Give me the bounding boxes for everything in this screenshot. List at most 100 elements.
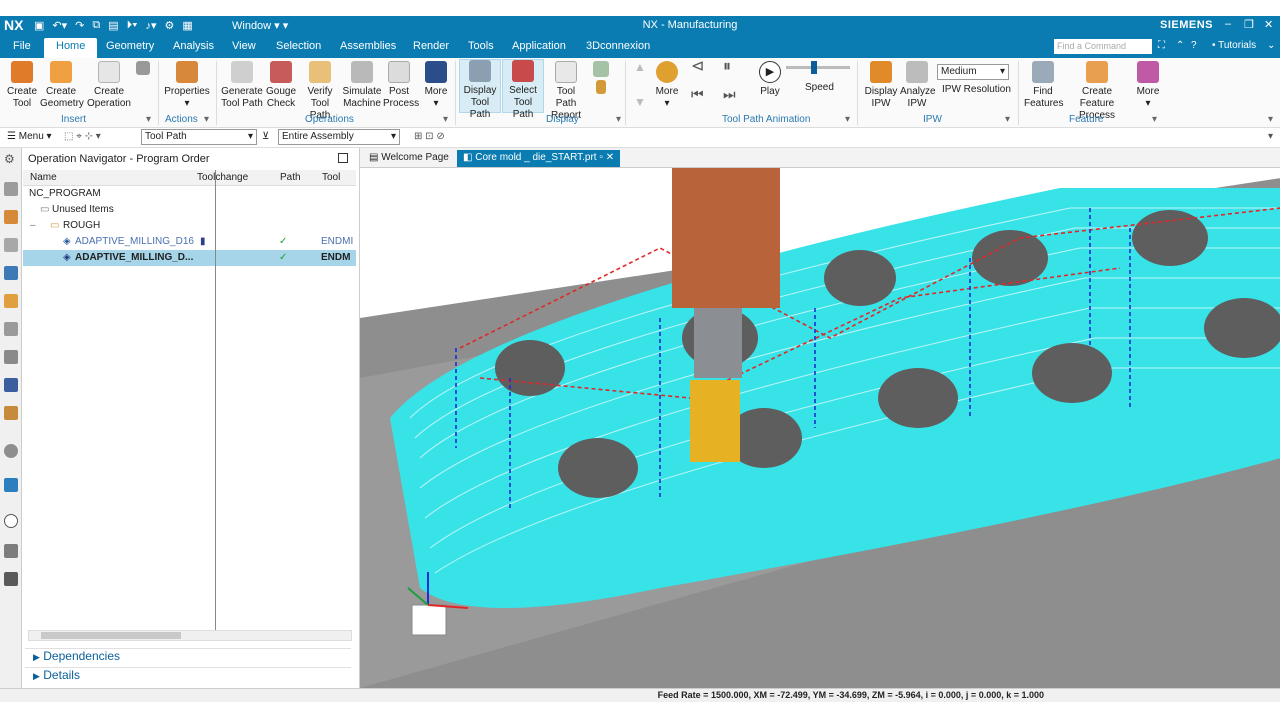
assembly-navigator-icon[interactable] (4, 238, 18, 252)
step-back-icon[interactable]: ⊲ (691, 59, 704, 75)
ipw-group-dropdown[interactable]: ▾ (1005, 114, 1010, 125)
generate-tool-path-button[interactable]: Generate Tool Path (220, 61, 264, 110)
search-icon[interactable]: ⌕ (1140, 40, 1146, 51)
animation-up-icon[interactable]: ▲ (634, 61, 646, 73)
ipw-resolution-select[interactable]: Medium ▾ (937, 64, 1009, 80)
ribbon-overflow-icon[interactable]: ▾ (1268, 114, 1273, 125)
verify-tool-path-button[interactable]: Verify Tool Path (300, 61, 340, 122)
operation-navigator-icon[interactable] (4, 266, 18, 280)
geometry-view-icon[interactable] (4, 294, 18, 308)
snap-icons[interactable]: ⊞ ⊡ ⊘ (414, 131, 445, 142)
dependencies-panel[interactable]: ▶ Dependencies (25, 648, 351, 666)
select-mode-icons[interactable]: ⬚ ⌖ ⊹ ▾ (64, 131, 101, 142)
tool-view-icon[interactable] (4, 322, 18, 336)
toolbar-overflow-icon[interactable]: ▾ (1268, 131, 1273, 142)
reuse-library-icon[interactable] (4, 406, 18, 420)
settings-gear-icon[interactable]: ⚙ (4, 152, 18, 166)
actions-group-dropdown[interactable]: ▾ (204, 114, 209, 125)
tab-application[interactable]: Application (512, 40, 566, 52)
hd3d-icon[interactable] (4, 444, 18, 458)
maximize-panel-icon[interactable] (338, 153, 348, 163)
tab-view[interactable]: View (232, 40, 256, 52)
speed-slider[interactable] (786, 61, 850, 74)
post-process-button[interactable]: Post Process (383, 61, 419, 110)
gouge-check-button[interactable]: Gouge Check (264, 61, 298, 110)
feature-navigator-icon[interactable] (4, 378, 18, 392)
tab-home[interactable]: Home (44, 38, 98, 58)
tab-close-icon[interactable]: ✕ (606, 152, 614, 163)
tab-assemblies[interactable]: Assemblies (340, 40, 396, 52)
tab-analysis[interactable]: Analysis (173, 40, 214, 52)
operations-group-dropdown[interactable]: ▾ (443, 114, 448, 125)
tab-3dconnexion[interactable]: 3Dconnexion (586, 40, 650, 52)
scrollbar-thumb[interactable] (41, 632, 181, 639)
rewind-icon[interactable]: ⏮ (691, 87, 704, 101)
part-navigator-icon[interactable] (4, 182, 18, 196)
insert-extra-button[interactable] (134, 61, 152, 78)
filter-icon[interactable]: ⊻ (262, 131, 269, 142)
cad-model-view[interactable] (360, 168, 1280, 688)
tab-selection[interactable]: Selection (276, 40, 321, 52)
tab-pin-icon[interactable]: ▫ (599, 152, 603, 163)
tree-row-rough[interactable]: – ▭ ROUGH (23, 218, 356, 234)
operations-more-button[interactable]: More ▾ (421, 61, 451, 110)
ribbon-expand-icon[interactable]: ⌄ (1267, 40, 1275, 51)
feature-more-button[interactable]: More ▾ (1134, 61, 1162, 110)
web-browser-icon[interactable] (4, 478, 18, 492)
display-group-dropdown[interactable]: ▾ (616, 114, 621, 125)
animation-group-dropdown[interactable]: ▾ (845, 114, 850, 125)
scope-select[interactable]: Entire Assembly ▾ (278, 129, 400, 145)
help-icon[interactable]: ? (1191, 40, 1197, 51)
method-view-icon[interactable] (4, 350, 18, 364)
create-feature-process-button[interactable]: Create Feature Process (1066, 61, 1128, 122)
tree-row-unused[interactable]: ▭ Unused Items (23, 202, 356, 218)
display-extra-button[interactable] (591, 61, 611, 97)
forward-icon[interactable]: ⏭ (723, 87, 736, 101)
animation-down-icon[interactable]: ▼ (634, 96, 646, 108)
speed-slider-thumb[interactable] (811, 61, 817, 74)
history-clock-icon[interactable] (4, 514, 18, 528)
create-tool-button[interactable]: Create Tool (5, 61, 39, 110)
display-tool-path-button[interactable]: Display Tool Path (459, 59, 501, 120)
horizontal-scrollbar[interactable] (28, 630, 352, 641)
create-geometry-button[interactable]: Create Geometry (40, 61, 84, 110)
menu-button[interactable]: ☰ Menu ▾ (7, 131, 52, 142)
tree-row-nc-program[interactable]: NC_PROGRAM (23, 186, 356, 202)
command-search-input[interactable]: Find a Command (1054, 39, 1152, 54)
column-toolchange[interactable]: Toolchange (197, 172, 248, 183)
tutorials-link[interactable]: • Tutorials (1212, 40, 1256, 51)
tree-row-operation[interactable]: ◈ ADAPTIVE_MILLING_D16 ▮ ✓ ENDMI (23, 234, 356, 250)
minimize-icon[interactable]: – (1225, 18, 1231, 30)
tab-file[interactable]: File (13, 40, 31, 52)
feature-group-dropdown[interactable]: ▾ (1152, 114, 1157, 125)
restore-icon[interactable]: ❐ (1244, 18, 1254, 31)
type-filter-select[interactable]: Tool Path ▾ (141, 129, 257, 145)
tab-geometry[interactable]: Geometry (106, 40, 154, 52)
fullscreen-icon[interactable]: ⛶ (1158, 40, 1165, 51)
pause-icon[interactable]: ⏸ (723, 59, 731, 75)
collapse-icon[interactable]: ⌃ (1176, 40, 1184, 51)
properties-button[interactable]: Properties ▾ (164, 61, 210, 110)
insert-group-dropdown[interactable]: ▾ (146, 114, 151, 125)
close-icon[interactable]: ✕ (1264, 18, 1273, 31)
graphics-window[interactable]: ▤ Welcome Page ◧ Core mold _ die_START.p… (359, 148, 1280, 688)
create-operation-button[interactable]: Create Operation (87, 61, 131, 110)
analyze-ipw-button[interactable]: Analyze IPW (900, 61, 936, 110)
tree-row-operation-selected[interactable]: ◈ ADAPTIVE_MILLING_D... ✓ ENDM (23, 250, 356, 266)
column-tool[interactable]: Tool (322, 172, 340, 183)
select-tool-path-button[interactable]: Select Tool Path (502, 59, 544, 120)
tab-render[interactable]: Render (413, 40, 449, 52)
column-path[interactable]: Path (280, 172, 301, 183)
tool-path-report-button[interactable]: Tool Path Report (546, 61, 586, 122)
tab-tools[interactable]: Tools (468, 40, 494, 52)
tab-core-mold[interactable]: ◧ Core mold _ die_START.prt ▫ ✕ (457, 150, 621, 167)
collapse-icon[interactable]: – (30, 220, 36, 231)
machine-tool-navigator-icon[interactable] (4, 210, 18, 224)
animation-more-button[interactable]: More ▾ (653, 61, 681, 110)
tab-welcome-page[interactable]: ▤ Welcome Page (363, 150, 455, 167)
process-studio-icon[interactable] (4, 572, 18, 586)
column-splitter[interactable] (215, 170, 216, 630)
simulate-machine-button[interactable]: Simulate Machine (342, 61, 382, 110)
details-panel[interactable]: ▶ Details (25, 667, 351, 685)
column-name[interactable]: Name (30, 172, 57, 183)
